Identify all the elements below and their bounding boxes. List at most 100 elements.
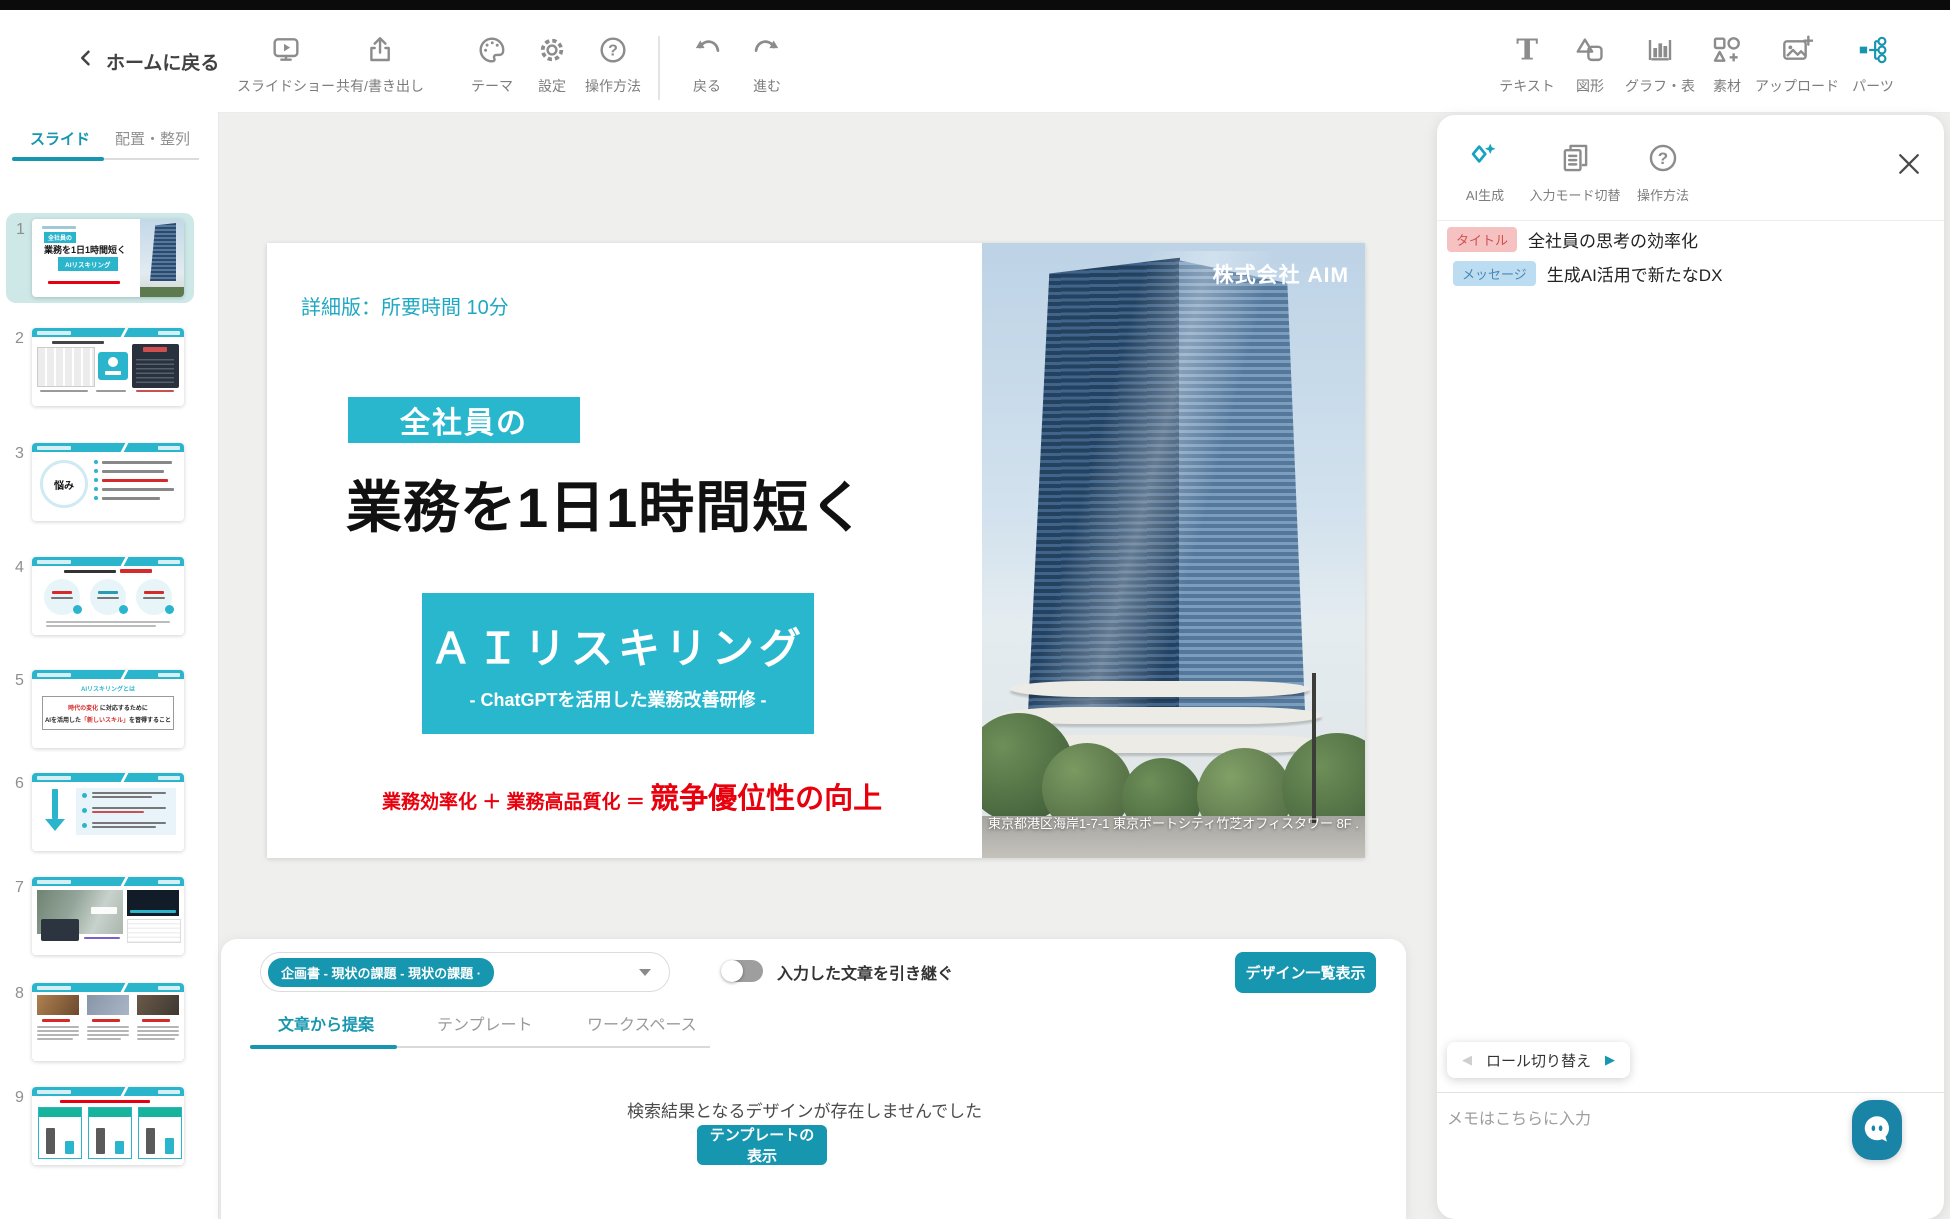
slide-thumbnail-6[interactable] xyxy=(32,773,184,851)
theme-button[interactable]: テーマ xyxy=(471,34,513,96)
shapes-icon xyxy=(1574,34,1606,69)
toolbar-divider xyxy=(658,36,660,100)
slide-note[interactable]: 詳細版：所要時間 10分 xyxy=(301,291,509,320)
slide-number: 8 xyxy=(15,985,24,1003)
company-name[interactable]: 株式会社 AIM xyxy=(1213,259,1349,289)
message-text[interactable]: 生成AI活用で新たなDX xyxy=(1547,261,1723,286)
slide-number: 5 xyxy=(15,672,24,690)
insert-shape-button[interactable]: 図形 xyxy=(1574,34,1606,96)
slide-subject-box[interactable]: ＡＩリスキリング - ChatGPTを活用した業務改善研修 - xyxy=(422,593,814,734)
slide-canvas[interactable]: 詳細版：所要時間 10分 全社員の 業務を1日1時間短く ＡＩリスキリング - … xyxy=(267,243,1365,858)
document-structure-dropdown[interactable]: 企画書 - 現状の課題 - 現状の課題 · xyxy=(260,952,670,992)
top-black-strip xyxy=(0,0,1950,10)
slide-thumbnail-2[interactable] xyxy=(32,328,184,406)
tab-slides[interactable]: スライド xyxy=(30,128,90,149)
ai-generate-button[interactable]: AI生成 xyxy=(1466,141,1504,204)
slide-number: 3 xyxy=(15,445,24,463)
help-label: 操作方法 xyxy=(585,76,641,96)
parts-label: パーツ xyxy=(1852,76,1894,96)
close-icon[interactable] xyxy=(1894,149,1924,184)
upload-label: アップロード xyxy=(1755,76,1839,96)
memo-input[interactable] xyxy=(1445,1103,1869,1207)
undo-label: 戻る xyxy=(693,76,721,96)
share-upload-icon xyxy=(364,34,396,69)
redo-button[interactable]: 進む xyxy=(751,34,783,96)
slide-number: 6 xyxy=(15,775,24,793)
company-address[interactable]: 東京都港区海岸1-7-1 東京ポートシティ竹芝オフィスタワー 8F . xyxy=(982,813,1365,832)
slide-formula[interactable]: 業務効率化 ＋ 業務高品質化 ＝ 競争優位性の向上 xyxy=(382,775,872,817)
suggest-tab-active-underline xyxy=(250,1045,397,1049)
parts-button[interactable]: パーツ xyxy=(1852,34,1894,96)
slideshow-label: スライドショー xyxy=(237,76,335,96)
material-shapes-icon xyxy=(1711,34,1743,69)
slide-number: 9 xyxy=(15,1089,24,1107)
message-row[interactable]: メッセージ 生成AI活用で新たなDX xyxy=(1453,261,1722,286)
back-home-button[interactable]: ホームに戻る xyxy=(76,46,219,76)
slide-tag-box[interactable]: 全社員の xyxy=(348,397,580,443)
tab-underline-track xyxy=(104,158,199,160)
settings-label: 設定 xyxy=(538,76,566,96)
slide-thumbnail-1[interactable]: 全社員の 業務を1日1時間短く AIリスキリング xyxy=(32,219,184,297)
assets-label: 素材 xyxy=(1713,76,1741,96)
slide-thumbnail-8[interactable] xyxy=(32,983,184,1061)
slide-thumbnail-7[interactable] xyxy=(32,877,184,955)
parts-tree-icon xyxy=(1857,34,1889,69)
design-list-button[interactable]: デザイン一覧表示 xyxy=(1235,952,1376,993)
input-mode-switch-button[interactable]: 入力モード切替 xyxy=(1529,141,1620,204)
tab-template[interactable]: テンプレート xyxy=(437,1011,533,1035)
upload-button[interactable]: アップロード xyxy=(1755,34,1839,96)
slide-thumbnail-4[interactable] xyxy=(32,557,184,635)
tab-arrange[interactable]: 配置・整列 xyxy=(115,128,190,149)
slide-number: 2 xyxy=(15,330,24,348)
chevron-down-icon xyxy=(639,969,651,976)
building-tower-dark-face xyxy=(1028,258,1180,713)
insert-chart-button[interactable]: グラフ・表 xyxy=(1625,34,1695,96)
insert-text-button[interactable]: T テキスト xyxy=(1499,34,1555,96)
building-photo[interactable]: 株式会社 AIM 東京都港区海岸1-7-1 東京ポートシティ竹芝オフィスタワー … xyxy=(982,243,1365,858)
slideshow-button[interactable]: スライドショー xyxy=(237,34,335,96)
design-suggestion-panel: 企画書 - 現状の課題 - 現状の課題 · 入力した文章を引き継ぐ デザイン一覧… xyxy=(221,939,1406,1219)
title-text[interactable]: 全社員の思考の効率化 xyxy=(1528,227,1698,252)
back-home-label: ホームに戻る xyxy=(106,48,219,75)
palette-icon xyxy=(476,34,508,69)
slide-thumbnail-5[interactable]: AIリスキリングとは 時代の変化 に対応するために AIを活用した「新しいスキル… xyxy=(32,670,184,748)
undo-icon xyxy=(691,34,723,69)
share-export-button[interactable]: 共有/書き出し xyxy=(336,34,424,96)
settings-button[interactable]: 設定 xyxy=(536,34,568,96)
chevron-left-icon[interactable]: ◀ xyxy=(1462,1052,1472,1068)
toggle-knob xyxy=(721,960,743,982)
show-template-button[interactable]: テンプレートの表示 xyxy=(697,1125,827,1165)
street-pole xyxy=(1312,673,1316,823)
bar-chart-icon xyxy=(1644,34,1676,69)
chevron-right-icon[interactable]: ▶ xyxy=(1605,1052,1615,1068)
carry-text-toggle[interactable] xyxy=(721,960,763,982)
slide-thumbnail-9[interactable] xyxy=(32,1087,184,1165)
panel-divider xyxy=(1437,220,1944,221)
slide-thumbnail-3[interactable]: 悩み xyxy=(32,443,184,521)
formula-right: 競争優位性の向上 xyxy=(650,783,882,815)
slide-box-subtitle: - ChatGPTを活用した業務改善研修 - xyxy=(470,686,767,712)
svg-text:?: ? xyxy=(608,43,618,60)
chat-support-button[interactable] xyxy=(1852,1100,1902,1160)
input-panel: AI生成 入力モード切替 ? 操作方法 タイトル 全社員の思考の効率化 メッセー… xyxy=(1437,115,1944,1219)
role-switch-label: ロール切り替え xyxy=(1486,1050,1591,1071)
assets-button[interactable]: 素材 xyxy=(1711,34,1743,96)
insert-text-label: テキスト xyxy=(1499,76,1555,96)
slide-title[interactable]: 業務を1日1時間短く xyxy=(346,463,866,544)
empty-result-message: 検索結果となるデザインが存在しませんでした xyxy=(627,1097,982,1122)
slide-number: 7 xyxy=(15,879,24,897)
panel-help-button[interactable]: ? 操作方法 xyxy=(1637,141,1689,204)
toolbar: ホームに戻る スライドショー 共有/書き出し テーマ 設定 ? 操作方法 戻る xyxy=(0,10,1950,113)
formula-left: 業務効率化 ＋ 業務高品質化 ＝ xyxy=(382,792,650,813)
help-button[interactable]: ? 操作方法 xyxy=(585,34,641,96)
undo-button[interactable]: 戻る xyxy=(691,34,723,96)
role-switch-button[interactable]: ◀ ロール切り替え ▶ xyxy=(1447,1042,1630,1078)
gear-icon xyxy=(536,34,568,69)
insert-shape-label: 図形 xyxy=(1576,76,1604,96)
slide-number: 4 xyxy=(15,559,24,577)
title-row[interactable]: タイトル 全社員の思考の効率化 xyxy=(1447,227,1698,252)
tab-active-underline xyxy=(12,157,104,161)
tab-suggest-from-text[interactable]: 文章から提案 xyxy=(278,1011,374,1035)
ai-sparkle-icon xyxy=(1468,141,1502,178)
tab-workspace[interactable]: ワークスペース xyxy=(587,1011,697,1035)
